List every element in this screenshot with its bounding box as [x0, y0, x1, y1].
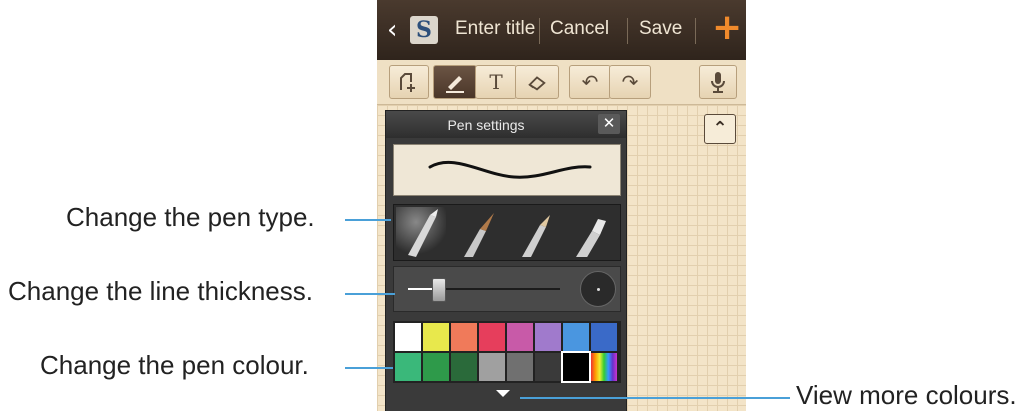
- color-swatch[interactable]: [423, 323, 449, 351]
- divider: [539, 18, 540, 44]
- pen-type-pencil[interactable]: [512, 207, 562, 259]
- thickness-callout: Change the line thickness.: [8, 276, 313, 306]
- pen-colour-callout: Change the pen colour.: [40, 350, 309, 380]
- color-swatch[interactable]: [507, 353, 533, 381]
- thickness-slider-handle[interactable]: [432, 278, 447, 302]
- color-swatch[interactable]: [451, 353, 477, 381]
- pen-type-marker[interactable]: [568, 207, 618, 259]
- callout-line: [345, 367, 393, 369]
- text-icon[interactable]: T: [475, 65, 517, 99]
- thickness-preview: [580, 271, 616, 307]
- color-swatch[interactable]: [561, 351, 591, 383]
- cancel-button[interactable]: Cancel: [550, 18, 609, 40]
- microphone-icon[interactable]: [699, 65, 737, 99]
- color-swatch[interactable]: [591, 323, 617, 351]
- back-icon[interactable]: ‹: [387, 13, 397, 47]
- select-area-icon[interactable]: [389, 65, 429, 99]
- color-swatch[interactable]: [395, 353, 421, 381]
- pen-type-brush[interactable]: [454, 207, 504, 259]
- more-colours-callout: View more colours.: [796, 380, 1017, 410]
- callout-line: [520, 397, 790, 399]
- pen-icon[interactable]: [433, 65, 477, 99]
- eraser-icon[interactable]: [515, 65, 559, 99]
- color-swatch[interactable]: [535, 353, 561, 381]
- color-swatch[interactable]: [479, 323, 505, 351]
- redo-icon[interactable]: ↷: [609, 65, 651, 99]
- pen-settings-panel: Pen settings ✕: [385, 110, 627, 411]
- divider: [695, 18, 696, 44]
- panel-header: Pen settings ✕: [386, 111, 626, 138]
- thickness-control: [393, 266, 621, 312]
- color-swatch[interactable]: [535, 323, 561, 351]
- chevron-up-icon[interactable]: ⌃: [704, 114, 736, 144]
- save-button[interactable]: Save: [639, 18, 682, 40]
- callout-line: [345, 293, 395, 295]
- pen-type-callout: Change the pen type.: [66, 202, 315, 232]
- pen-type-selector: [393, 204, 621, 261]
- close-icon[interactable]: ✕: [598, 114, 620, 134]
- stroke-preview: [393, 144, 621, 196]
- undo-icon[interactable]: ↶: [569, 65, 611, 99]
- top-bar: ‹ S Enter title Cancel Save +: [377, 0, 746, 60]
- chevron-down-icon[interactable]: [496, 390, 510, 397]
- add-icon[interactable]: +: [712, 8, 742, 48]
- phone-screen: ‹ S Enter title Cancel Save + T ↶ ↷ ⌃ Pe…: [377, 0, 746, 411]
- callout-line: [345, 219, 391, 221]
- tool-bar: T ↶ ↷: [377, 60, 746, 105]
- color-swatch[interactable]: [451, 323, 477, 351]
- color-swatch[interactable]: [395, 323, 421, 351]
- color-palette: [393, 321, 621, 383]
- pen-type-fountain[interactable]: [396, 207, 446, 257]
- title-input[interactable]: Enter title: [455, 18, 535, 40]
- color-swatch[interactable]: [479, 353, 505, 381]
- color-swatch[interactable]: [563, 323, 589, 351]
- color-swatch[interactable]: [591, 353, 617, 381]
- s-note-logo-icon: S: [410, 16, 438, 44]
- color-swatch[interactable]: [423, 353, 449, 381]
- color-swatch[interactable]: [507, 323, 533, 351]
- divider: [627, 18, 628, 44]
- panel-title: Pen settings: [447, 117, 525, 133]
